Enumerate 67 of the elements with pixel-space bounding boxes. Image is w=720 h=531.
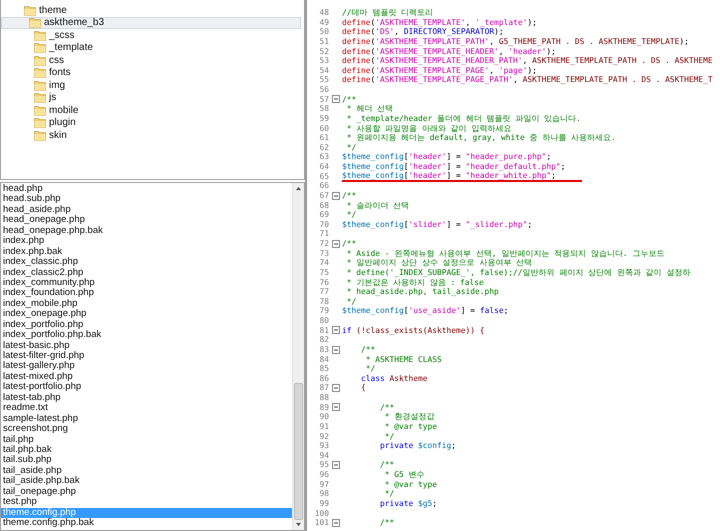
fold-icon[interactable] (332, 384, 340, 392)
folder-icon (29, 17, 41, 28)
tree-item[interactable]: skin (1, 129, 301, 142)
fold-icon[interactable] (332, 346, 340, 354)
file-item[interactable]: head.sub.php (1, 194, 292, 205)
tree-item[interactable]: css (1, 54, 301, 66)
fold-icon[interactable] (332, 403, 340, 412)
fold-icon[interactable] (332, 192, 340, 200)
folder-icon (34, 42, 46, 54)
tree-item[interactable]: theme (1, 4, 301, 16)
file-item[interactable]: latest-filter-grid.php (1, 351, 292, 362)
tree-item[interactable]: asktheme_b3 (1, 16, 301, 29)
file-item[interactable]: tail_aside.php (1, 466, 292, 476)
file-item[interactable]: index_classic.php (1, 257, 292, 268)
tree-item[interactable]: plugin (1, 116, 301, 129)
file-item[interactable]: latest-portfolio.php (1, 382, 292, 393)
file-item[interactable]: latest-basic.php (1, 340, 292, 351)
file-item[interactable]: index_portfolio.php (1, 320, 292, 330)
tree-item[interactable]: js (1, 92, 301, 104)
file-item[interactable]: index.php (1, 236, 292, 247)
file-item[interactable]: sample-latest.php (1, 414, 292, 424)
folder-icon (34, 104, 46, 116)
file-item[interactable]: index_classic2.php (1, 268, 292, 278)
scroll-up-icon[interactable] (295, 186, 302, 191)
fold-icon[interactable] (332, 326, 340, 334)
file-item[interactable]: head.php (1, 184, 292, 194)
folder-icon (34, 117, 46, 128)
file-item[interactable]: index.php.bak (1, 246, 292, 258)
file-item[interactable]: index_mobile.php (1, 298, 292, 310)
file-item[interactable]: tail_aside.php.bak (1, 476, 292, 487)
file-item[interactable]: readme.txt (1, 403, 292, 414)
file-item[interactable]: index_portfolio.php.bak (1, 330, 292, 341)
tree-item[interactable]: _scss (1, 29, 301, 42)
file-item[interactable]: test.php (1, 497, 292, 508)
file-item[interactable]: index_foundation.php (1, 288, 292, 299)
file-item[interactable]: head_onepage.php.bak (1, 226, 292, 236)
file-item[interactable]: tail.php (1, 434, 292, 445)
scrollbar[interactable] (292, 183, 304, 530)
file-item[interactable]: tail.sub.php (1, 455, 292, 466)
tree-item[interactable]: fonts (1, 66, 301, 79)
folder-icon (34, 92, 46, 104)
file-item[interactable]: tail_onepage.php (1, 486, 292, 498)
file-item[interactable]: screenshot.png (1, 424, 292, 434)
folder-icon (34, 130, 46, 141)
tree-item[interactable]: mobile (1, 104, 301, 116)
tree-item[interactable]: _template (1, 42, 301, 54)
file-item[interactable]: latest-tab.php (1, 392, 292, 404)
folder-icon (24, 4, 36, 16)
file-item[interactable]: latest-gallery.php (1, 361, 292, 372)
fold-icon[interactable] (332, 240, 340, 248)
file-item[interactable]: head_onepage.php (1, 215, 292, 226)
file-item[interactable]: tail.php.bak (1, 444, 292, 456)
folder-icon (34, 30, 46, 41)
scroll-thumb[interactable] (294, 382, 303, 520)
folder-icon (34, 67, 46, 78)
file-item[interactable]: index_onepage.php (1, 309, 292, 320)
fold-icon[interactable] (332, 95, 340, 104)
file-item[interactable]: theme.config.php.bak (1, 518, 292, 528)
fold-icon[interactable] (332, 518, 340, 527)
tree-item[interactable]: img (1, 79, 301, 92)
file-item[interactable]: index_community.php (1, 278, 292, 288)
file-item[interactable]: head_aside.php (1, 204, 292, 216)
scroll-down-icon[interactable] (295, 522, 302, 527)
folder-icon (34, 80, 46, 91)
folder-icon (34, 54, 46, 66)
fold-icon[interactable] (332, 461, 340, 470)
file-item[interactable]: latest-mixed.php (1, 372, 292, 382)
